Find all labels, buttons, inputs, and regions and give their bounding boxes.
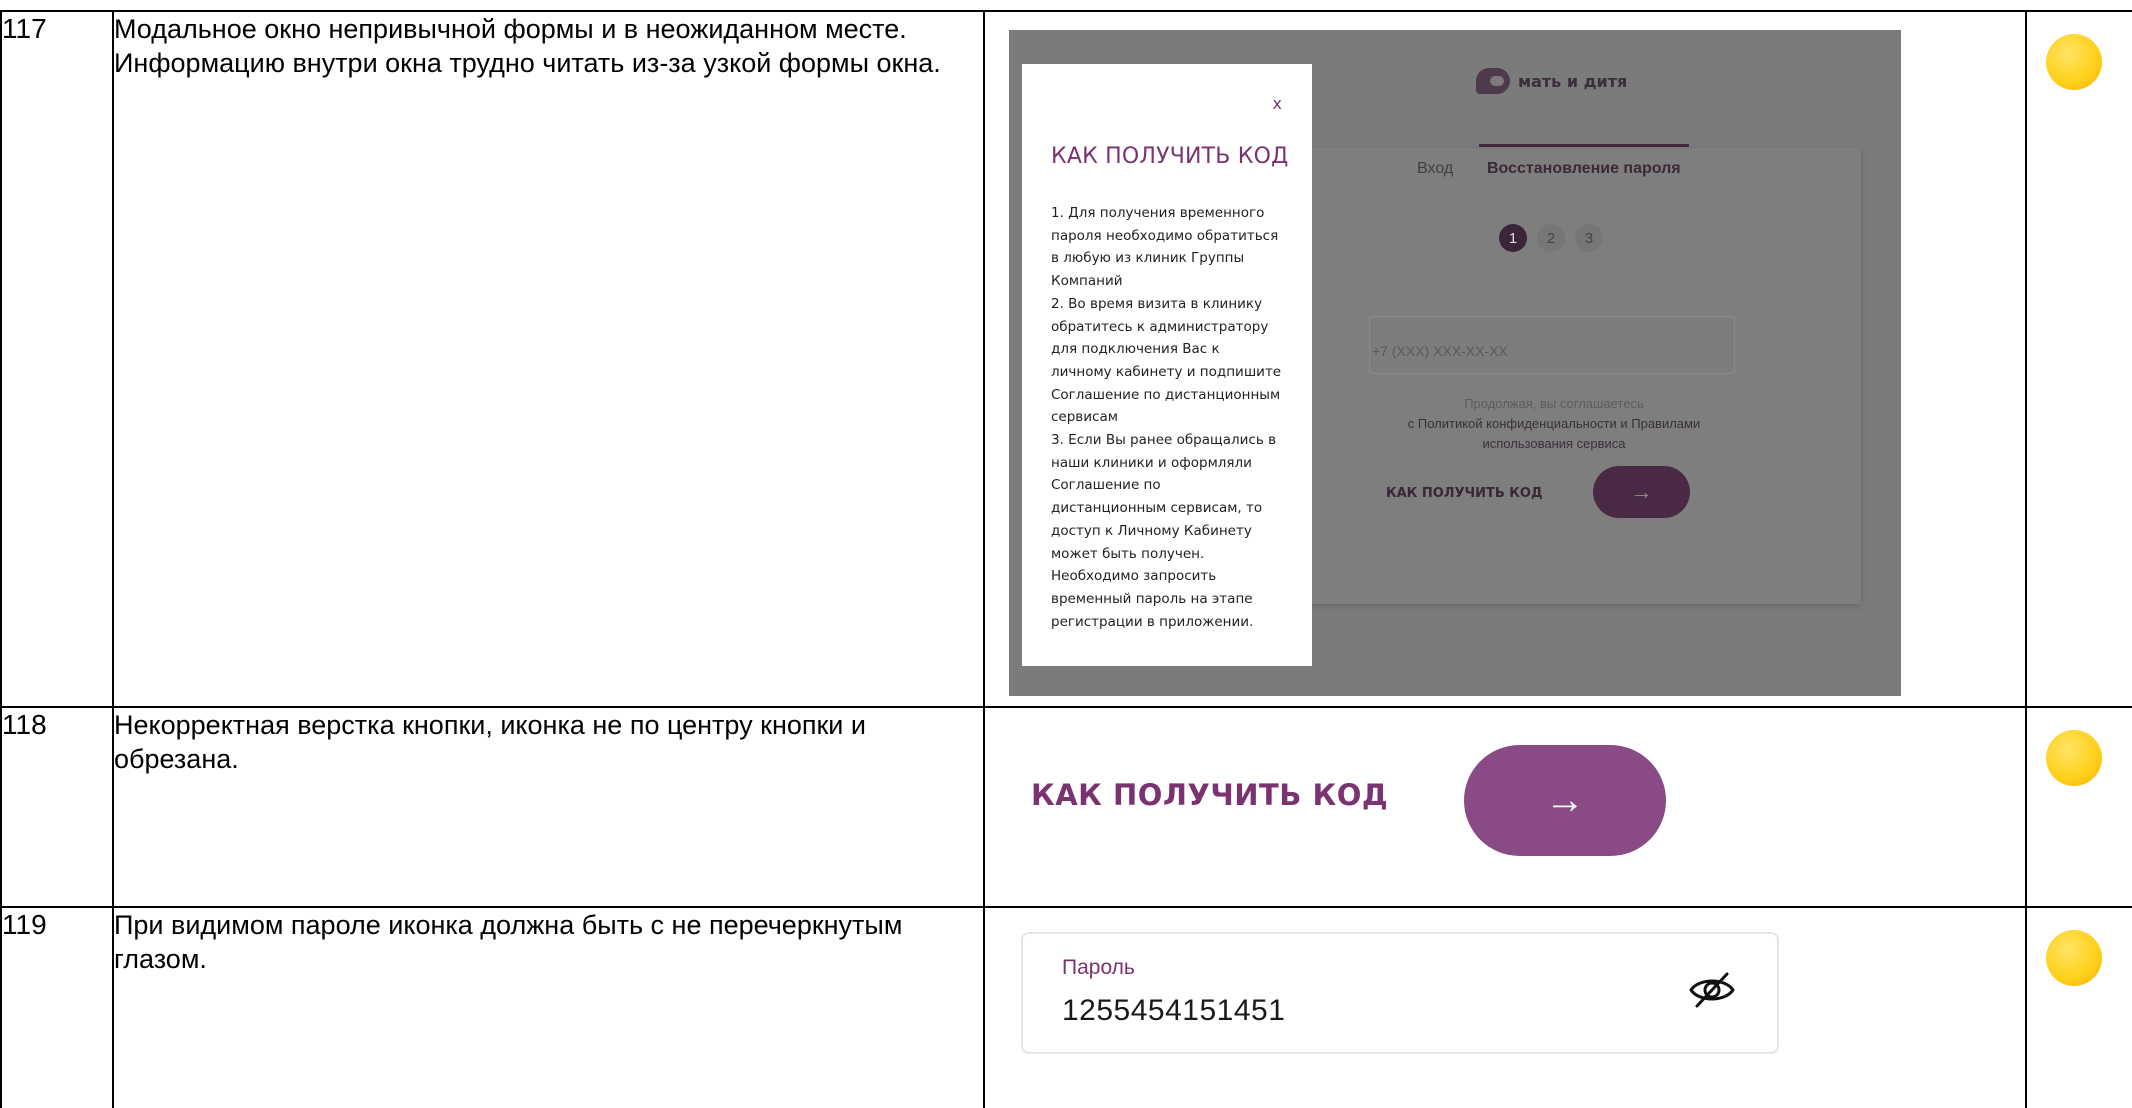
step-1: 1 [1499, 224, 1527, 252]
logo-icon [1476, 68, 1510, 94]
how-to-get-code-modal: x КАК ПОЛУЧИТЬ КОД 1. Для получения врем… [1022, 64, 1312, 666]
next-button[interactable]: → [1464, 745, 1666, 856]
phone-input[interactable]: +7 (XXX) XXX-XX-XX [1369, 316, 1735, 374]
severity-cell [2025, 906, 2132, 1108]
issues-table: 117 Модальное окно непривычной формы и в… [0, 10, 2132, 1108]
tab-login[interactable]: Вход [1417, 160, 1453, 178]
severity-indicator [2046, 730, 2102, 786]
password-value[interactable]: 1255454151451 [1062, 994, 1285, 1028]
modal-body: 1. Для получения временного пароля необх… [1051, 205, 1282, 630]
issue-number: 118 [0, 706, 114, 908]
consent-prefix: Продолжая, вы соглашаетесь [1464, 396, 1644, 411]
stepper: 1 2 3 [1499, 224, 1603, 252]
login-card [1264, 148, 1861, 604]
how-to-get-code-link[interactable]: КАК ПОЛУЧИТЬ КОД [1031, 778, 1388, 812]
issue-screenshot-cell: мать и дитя Вход Восстановление пароля 1… [983, 10, 2027, 708]
severity-cell [2025, 706, 2132, 908]
issue-number: 117 [0, 10, 114, 708]
screenshot-button: КАК ПОЛУЧИТЬ КОД → [1009, 716, 1729, 902]
modal-title: КАК ПОЛУЧИТЬ КОД [1051, 144, 1289, 169]
logo-text: мать и дитя [1518, 71, 1628, 91]
severity-indicator [2046, 930, 2102, 986]
brand-logo: мать и дитя [1476, 68, 1627, 94]
password-field[interactable]: Пароль 1255454151451 [1021, 932, 1779, 1054]
issue-screenshot-cell: Пароль 1255454151451 [983, 906, 2027, 1108]
phone-placeholder: +7 (XXX) XXX-XX-XX [1372, 343, 1508, 359]
active-tab-indicator [1479, 144, 1689, 147]
arrow-right-icon: → [1545, 778, 1585, 822]
consent-links[interactable]: с Политикой конфиденциальности и Правила… [1359, 414, 1749, 434]
issue-row-118: 118 Некорректная верстка кнопки, иконка … [0, 706, 2132, 908]
issue-row-119: 119 При видимом пароле иконка должна быт… [0, 906, 2132, 1108]
issue-number: 119 [0, 906, 114, 1108]
issue-description: Модальное окно непривычной формы и в нео… [112, 10, 985, 708]
consent-text: Продолжая, вы соглашаетесь с Политикой к… [1359, 394, 1749, 454]
severity-indicator [2046, 34, 2102, 90]
next-button[interactable]: → [1593, 466, 1690, 518]
step-3: 3 [1575, 224, 1603, 252]
severity-cell [2025, 10, 2132, 708]
arrow-right-icon: → [1630, 479, 1653, 504]
close-icon[interactable]: x [1273, 94, 1282, 113]
screenshot-modal: мать и дитя Вход Восстановление пароля 1… [1009, 30, 1901, 696]
consent-links-2[interactable]: использования сервиса [1359, 434, 1749, 454]
eye-crossed-icon[interactable] [1687, 970, 1737, 1010]
tab-recover-password[interactable]: Восстановление пароля [1487, 160, 1681, 178]
step-2: 2 [1537, 224, 1565, 252]
password-label: Пароль [1062, 956, 1135, 979]
issue-row-117: 117 Модальное окно непривычной формы и в… [0, 10, 2132, 708]
how-to-get-code-link[interactable]: КАК ПОЛУЧИТЬ КОД [1386, 486, 1543, 501]
issue-description: При видимом пароле иконка должна быть с … [112, 906, 985, 1108]
issue-screenshot-cell: КАК ПОЛУЧИТЬ КОД → [983, 706, 2027, 908]
issue-description: Некорректная верстка кнопки, иконка не п… [112, 706, 985, 908]
